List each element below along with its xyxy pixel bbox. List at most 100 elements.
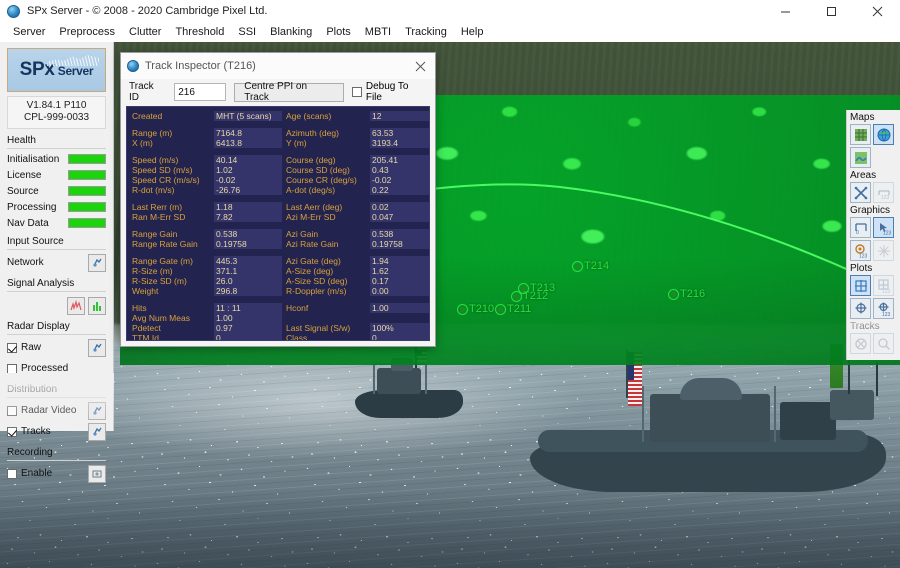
detail-label: Pdetect [132,323,210,333]
dialog-app-icon [127,60,139,72]
ppi-track-symbol[interactable]: T216 [668,288,705,300]
debug-to-file-checkbox[interactable] [352,87,362,97]
close-button[interactable] [854,0,900,22]
health-title: Health [7,135,106,148]
detail-row: CreatedMHT (5 scans)Age (scans)12 [132,111,425,121]
plot-radial-numbered-icon[interactable]: 123 [873,298,894,319]
ppi-track-symbol[interactable]: T213 [518,282,555,294]
radar-display-processed-label[interactable]: Processed [7,363,68,374]
menu-item-blanking[interactable]: Blanking [263,24,319,40]
distribution-tracks-label[interactable]: Tracks [7,426,51,437]
detail-label: Weight [132,286,210,296]
processed-label: Processed [21,363,68,374]
window-titlebar[interactable]: SPx Server - © 2008 - 2020 Cambridge Pix… [0,0,900,22]
detail-label: R-Size SD (m) [132,276,210,286]
svg-text:123: 123 [859,253,868,258]
distribution-tracks-row: Tracks [7,422,106,441]
ppi-track-symbol[interactable]: T211 [495,303,531,315]
target-numbered-icon[interactable]: 123 [850,240,871,261]
track-symbol-ring-icon [668,289,679,300]
detail-label: Hits [132,303,210,313]
menu-item-preprocess[interactable]: Preprocess [52,24,122,40]
maximize-button[interactable] [808,0,854,22]
dialog-titlebar[interactable]: Track Inspector (T216) [121,53,435,79]
health-row: Nav Data [7,216,106,230]
photo-boat-foreground [530,372,890,502]
health-label: License [7,170,41,181]
radar-display-group: Radar Display Raw Processed [7,321,106,378]
map-layer-icon[interactable] [850,147,871,168]
detail-value: 26.0 [214,276,282,286]
menu-item-help[interactable]: Help [454,24,491,40]
radar-video-config-hand-icon[interactable] [88,402,106,420]
detail-value: 1.94 [370,256,430,266]
config-hand-icon[interactable] [88,254,106,272]
detail-label: Azi Rate Gain [286,239,366,249]
tracks-checkbox[interactable] [7,427,17,437]
recording-enable-label[interactable]: Enable [7,468,52,479]
menu-item-mbti[interactable]: MBTI [358,24,398,40]
globe-icon[interactable] [873,124,894,145]
record-icon[interactable] [88,465,106,483]
detail-label: Last Rerr (m) [132,202,210,212]
dialog-toolbar: Track ID Centre PPI on Track Debug To Fi… [121,79,435,105]
minimize-button[interactable] [762,0,808,22]
detail-value: 1.00 [214,313,282,323]
svg-text:0: 0 [856,230,859,235]
menu-item-threshold[interactable]: Threshold [168,24,231,40]
dialog-close-icon[interactable] [405,53,435,79]
menu-item-ssi[interactable]: SSI [231,24,263,40]
raw-config-hand-icon[interactable] [88,339,106,357]
track-id-input[interactable] [174,83,226,101]
track-label: T211 [507,303,531,315]
area-polygon-icon[interactable] [850,182,871,203]
plot-grid-icon[interactable] [850,275,871,296]
debug-to-file-row[interactable]: Debug To File [352,81,427,103]
histogram-green-icon[interactable] [88,297,106,315]
version-box: V1.84.1 P110 CPL-999-0033 [7,96,106,129]
detail-row-spacer [132,121,425,128]
detail-label: Range (m) [132,128,210,138]
detail-row: TTM Id0Class0 [132,333,425,341]
radar-display-raw-label[interactable]: Raw [7,342,41,353]
detail-row: Speed (m/s)40.14Course (deg)205.41 [132,155,425,165]
detail-value: 0.02 [370,202,430,212]
health-status-bar [68,202,106,212]
detail-row: Last Rerr (m)1.18Last Aerr (deg)0.02 [132,202,425,212]
distribution-radar-video-label[interactable]: Radar Video [7,405,76,416]
plot-radial-icon[interactable] [850,298,871,319]
health-row: Source [7,184,106,198]
tracks-config-hand-icon[interactable] [88,423,106,441]
menu-item-tracking[interactable]: Tracking [398,24,454,40]
track-symbol-ring-icon [457,304,468,315]
menu-item-server[interactable]: Server [6,24,52,40]
track-id-label: Track ID [129,81,166,103]
raw-checkbox[interactable] [7,343,17,353]
detail-value: 1.00 [370,303,430,313]
ppi-track-symbol[interactable]: T210 [457,303,494,315]
centre-ppi-on-track-button[interactable]: Centre PPI on Track [234,83,344,102]
signal-analysis-title: Signal Analysis [7,278,106,291]
health-label: Nav Data [7,218,49,229]
toolbar-section-title: Plots [850,263,897,275]
map-tile-icon[interactable] [850,124,871,145]
detail-value: -0.02 [370,175,430,185]
detail-label: Azi Gate (deg) [286,256,366,266]
track-label: T213 [530,282,555,294]
menu-item-plots[interactable]: Plots [319,24,357,40]
detail-label: Azimuth (deg) [286,128,366,138]
gate-graphic-icon[interactable]: 0 [850,217,871,238]
processed-checkbox[interactable] [7,364,17,374]
detail-row: Pdetect0.97Last Signal (S/w)100% [132,323,425,333]
detail-label: Course CR (deg/s) [286,175,366,185]
histogram-red-icon[interactable] [67,297,85,315]
health-status-bar [68,170,106,180]
recording-enable-checkbox[interactable] [7,469,17,479]
detail-label: Azi Gain [286,229,366,239]
detail-row: Avg Num Meas1.00 [132,313,425,323]
cursor-numbered-icon[interactable]: 123 [873,217,894,238]
ppi-track-symbol[interactable]: T214 [572,260,609,272]
radar-video-checkbox[interactable] [7,406,17,416]
radar-display-title: Radar Display [7,321,106,334]
menu-item-clutter[interactable]: Clutter [122,24,168,40]
